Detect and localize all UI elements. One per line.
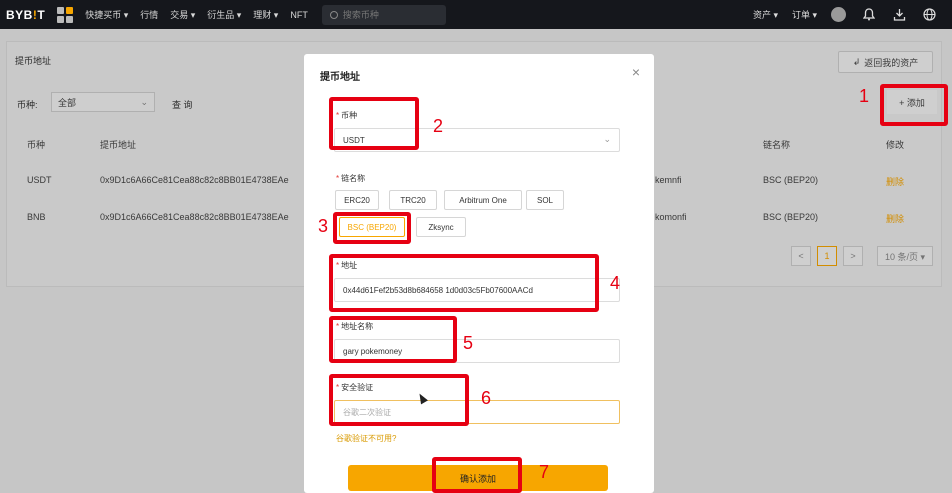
avatar[interactable]	[831, 7, 846, 22]
top-navbar: BYB!T 快捷买币 ▾ 行情 交易 ▾ 衍生品 ▾ 理财 ▾ NFT 搜索币种…	[0, 0, 952, 29]
nav-markets[interactable]: 行情	[140, 8, 158, 21]
annotation-number-2: 2	[433, 116, 444, 136]
nav-right-group: 资产 ▾ 订单 ▾	[753, 0, 952, 29]
annotation-box-4	[329, 254, 599, 312]
search-icon	[329, 10, 338, 19]
nav-derivatives[interactable]: 衍生品 ▾	[207, 8, 241, 21]
search-placeholder: 搜索币种	[342, 10, 379, 20]
annotation-box-7	[432, 457, 522, 493]
chain-chip-trc20[interactable]: TRC20	[389, 190, 437, 210]
chain-chip-sol[interactable]: SOL	[526, 190, 564, 210]
logo-text: BYB	[6, 7, 33, 22]
download-icon[interactable]	[892, 8, 906, 22]
annotation-box-6	[329, 374, 469, 426]
bybit-logo[interactable]: BYB!T	[6, 8, 45, 22]
bell-icon[interactable]	[862, 8, 876, 22]
chain-chip-erc20[interactable]: ERC20	[335, 190, 379, 210]
logo-text-end: T	[37, 7, 46, 22]
annotation-number-5: 5	[463, 333, 474, 353]
google-2fa-unavailable-link[interactable]: 谷歌验证不可用?	[336, 433, 396, 444]
globe-icon[interactable]	[922, 8, 936, 22]
annotation-number-1: 1	[859, 86, 870, 106]
modal-title: 提币地址	[320, 72, 360, 83]
nav-assets[interactable]: 资产 ▾	[753, 8, 778, 21]
annotation-box-2	[329, 97, 419, 150]
annotation-number-6: 6	[481, 388, 492, 408]
annotation-number-4: 4	[610, 273, 621, 293]
chain-chip-arbitrum[interactable]: Arbitrum One	[444, 190, 522, 210]
nav-quick-buy[interactable]: 快捷买币 ▾	[85, 8, 128, 21]
annotation-box-3	[333, 212, 411, 244]
annotation-number-7: 7	[539, 462, 550, 482]
nav-orders[interactable]: 订单 ▾	[792, 8, 817, 21]
annotation-box-5	[329, 316, 457, 363]
apps-grid-icon[interactable]	[57, 6, 74, 23]
annotation-box-1	[880, 84, 948, 126]
search-input[interactable]: 搜索币种	[321, 4, 446, 25]
nav-trade[interactable]: 交易 ▾	[170, 8, 195, 21]
annotation-number-3: 3	[318, 216, 329, 236]
chevron-down-icon: ⌄	[603, 134, 611, 144]
close-icon[interactable]: ×	[632, 64, 640, 80]
chain-label: * 链名称	[336, 174, 366, 183]
nav-nft[interactable]: NFT	[290, 10, 308, 20]
nav-earn[interactable]: 理财 ▾	[253, 8, 278, 21]
chain-chip-zksync[interactable]: Zksync	[416, 217, 466, 237]
